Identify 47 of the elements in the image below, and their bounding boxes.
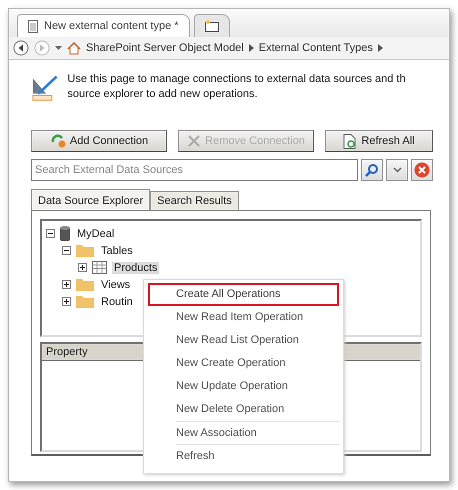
search-icon [365,163,379,177]
breadcrumb-link[interactable]: External Content Types [258,42,373,54]
tree-item[interactable]: Routin [99,296,135,308]
refresh-all-button[interactable]: Refresh All [325,130,433,152]
menu-item[interactable]: New Association [176,421,339,444]
clear-button[interactable] [411,159,433,181]
dropdown-icon[interactable] [55,46,62,50]
panel-tab[interactable]: Data Source Explorer [31,189,150,210]
folder-icon [76,278,94,291]
tree-item[interactable]: Products [112,262,160,274]
menu-item[interactable]: New Update Operation [148,375,339,398]
clear-icon [414,162,430,178]
table-icon [92,261,107,274]
panel-tab[interactable]: Search Results [150,191,239,210]
folder-icon [76,295,94,308]
document-tab[interactable] [194,14,230,37]
chevron-down-icon [392,167,402,173]
menu-item[interactable]: New Delete Operation [148,398,339,421]
tree-item[interactable]: Views [99,278,132,290]
menu-item[interactable]: Create All Operations [148,283,339,306]
expand-icon[interactable] [62,280,71,289]
breadcrumb-link[interactable]: SharePoint Server Object Model [86,42,244,54]
home-icon[interactable] [67,42,81,54]
menu-item[interactable]: New Read Item Operation [148,306,339,329]
search-button[interactable] [361,159,383,181]
expand-icon[interactable] [62,297,71,306]
intro-text: Use this page to manage connections to external data sources and th source explorer to add new operations. [67,72,407,102]
dropdown-button[interactable] [386,159,408,181]
connection-icon [50,134,66,148]
tree-item[interactable]: MyDeal [75,228,116,240]
document-tab[interactable]: New external content type * [17,14,190,37]
back-icon[interactable] [13,40,29,56]
collapse-icon[interactable] [46,229,55,238]
database-icon [60,226,70,241]
collapse-icon[interactable] [62,246,71,255]
menu-item[interactable]: Refresh [176,444,339,467]
folder-icon [76,244,94,257]
refresh-document-icon [343,134,358,148]
add-connection-button[interactable]: Add Connection [31,130,167,152]
document-icon [28,20,38,32]
tree-item[interactable]: Tables [99,244,135,256]
chevron-icon [248,44,254,52]
new-tab-icon [204,20,219,32]
expand-icon[interactable] [78,263,87,272]
x-icon [187,134,202,148]
search-field[interactable]: Search External Data Sources [31,159,358,181]
chevron-icon [378,44,383,52]
